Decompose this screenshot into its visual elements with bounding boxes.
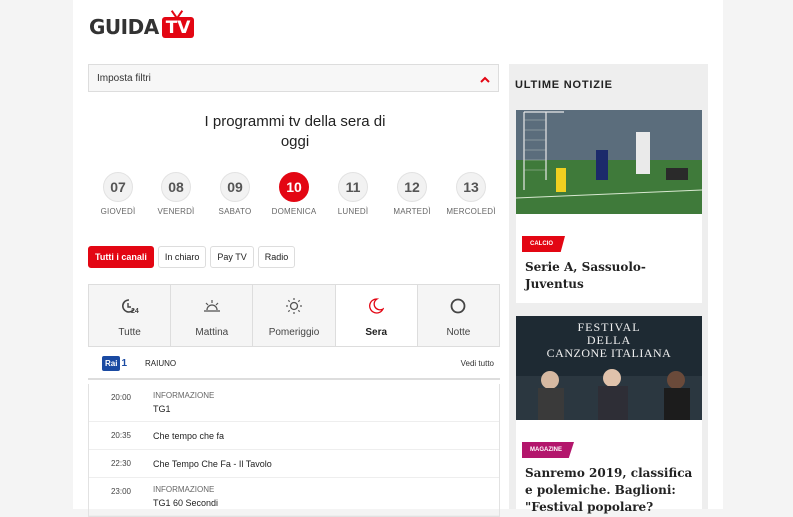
tab-label: Notte bbox=[446, 327, 471, 338]
news-image-football bbox=[515, 110, 703, 214]
rai-logo-box: Rai bbox=[102, 355, 121, 371]
day-label: SABATO bbox=[218, 207, 252, 216]
program-time: 20:00 bbox=[110, 393, 132, 402]
day-number: 08 bbox=[161, 172, 191, 202]
news-image-sanremo: FESTIVAL DELLA CANZONE ITALIANA bbox=[516, 316, 702, 420]
program-title: TG1 bbox=[153, 404, 171, 414]
logo-tv-badge: TV bbox=[161, 16, 195, 38]
list-item[interactable]: 20:35 Che tempo che fa bbox=[89, 422, 499, 450]
chip-radio[interactable]: Radio bbox=[257, 246, 296, 268]
tab-notte[interactable]: Notte bbox=[417, 285, 500, 346]
day-10-selected[interactable]: 10 DOMENICA bbox=[267, 172, 321, 216]
program-list: 20:00 INFORMAZIONE TG1 20:35 Che tempo c… bbox=[88, 384, 500, 517]
rai-logo-number: 1 bbox=[121, 357, 128, 369]
see-all-link[interactable]: Vedi tutto bbox=[461, 359, 494, 368]
program-time: 23:00 bbox=[110, 487, 132, 496]
chip-pay-tv[interactable]: Pay TV bbox=[210, 246, 254, 268]
day-number: 13 bbox=[456, 172, 486, 202]
moon-icon bbox=[336, 297, 417, 315]
chip-all-channels[interactable]: Tutti i canali bbox=[88, 246, 154, 268]
sun-icon bbox=[253, 297, 334, 315]
tab-sera-selected[interactable]: Sera bbox=[335, 285, 418, 346]
logo-text: GUIDA bbox=[89, 15, 159, 39]
sidebar-heading: ULTIME NOTIZIE bbox=[515, 79, 613, 91]
news-title[interactable]: Sanremo 2019, classifica e polemiche. Ba… bbox=[525, 465, 693, 516]
day-number: 09 bbox=[220, 172, 250, 202]
program-time: 20:35 bbox=[110, 431, 132, 440]
circle-icon bbox=[418, 297, 499, 315]
day-08[interactable]: 08 VENERDÌ bbox=[149, 172, 203, 216]
list-item[interactable]: 20:00 INFORMAZIONE TG1 bbox=[89, 384, 499, 422]
day-label: LUNEDÌ bbox=[337, 207, 369, 216]
day-label: GIOVEDÌ bbox=[100, 207, 136, 216]
image-caption-line-1: FESTIVAL bbox=[577, 320, 640, 334]
day-13[interactable]: 13 MERCOLEDÌ bbox=[444, 172, 498, 216]
day-label: MERCOLEDÌ bbox=[446, 207, 496, 216]
time-slot-tabs: 24 Tutte Mattina Pomeriggio Sera Notte bbox=[88, 284, 500, 347]
tab-label: Mattina bbox=[195, 327, 229, 338]
day-07[interactable]: 07 GIOVEDÌ bbox=[91, 172, 145, 216]
chip-free[interactable]: In chiaro bbox=[157, 246, 207, 268]
tab-mattina[interactable]: Mattina bbox=[171, 285, 254, 346]
day-number: 10 bbox=[279, 172, 309, 202]
program-category: INFORMAZIONE bbox=[153, 485, 215, 494]
category-tag[interactable]: CALCIO bbox=[522, 236, 565, 252]
day-label: VENERDÌ bbox=[157, 207, 195, 216]
tab-tutte[interactable]: 24 Tutte bbox=[89, 285, 172, 346]
site-logo[interactable]: GUIDA TV bbox=[89, 14, 195, 40]
day-label: DOMENICA bbox=[271, 207, 317, 216]
news-card[interactable]: FESTIVAL DELLA CANZONE ITALIANA MAGAZINE… bbox=[516, 316, 702, 514]
tab-label: Tutte bbox=[118, 327, 141, 338]
program-title: TG1 60 Secondi bbox=[153, 498, 219, 508]
day-selector: 07 GIOVEDÌ 08 VENERDÌ 09 SABATO 10 DOMEN… bbox=[98, 172, 500, 222]
program-title: Che Tempo Che Fa - Il Tavolo bbox=[153, 459, 272, 469]
chevron-up-icon bbox=[480, 71, 490, 86]
day-09[interactable]: 09 SABATO bbox=[208, 172, 262, 216]
news-card[interactable]: CALCIO Serie A, Sassuolo-Juventus bbox=[515, 110, 703, 303]
channel-filter-chips: Tutti i canali In chiaro Pay TV Radio bbox=[88, 246, 296, 268]
channel-header: Rai 1 RAIUNO Vedi tutto bbox=[88, 348, 500, 380]
day-number: 12 bbox=[397, 172, 427, 202]
sunrise-icon bbox=[171, 297, 252, 315]
tab-label: Pomeriggio bbox=[268, 327, 320, 338]
list-item[interactable]: 22:30 Che Tempo Che Fa - Il Tavolo bbox=[89, 450, 499, 478]
news-title[interactable]: Serie A, Sassuolo-Juventus bbox=[525, 259, 693, 293]
day-12[interactable]: 12 MARTEDÌ bbox=[385, 172, 439, 216]
day-number: 07 bbox=[103, 172, 133, 202]
channel-name: RAIUNO bbox=[145, 358, 177, 368]
clock-24-icon: 24 bbox=[89, 297, 170, 315]
image-caption-line-3: CANZONE ITALIANA bbox=[547, 346, 672, 360]
program-title: Che tempo che fa bbox=[153, 431, 225, 441]
filter-toggle[interactable]: Imposta filtri bbox=[88, 64, 499, 92]
tab-pomeriggio[interactable]: Pomeriggio bbox=[253, 285, 336, 346]
list-item[interactable]: 23:00 INFORMAZIONE TG1 60 Secondi bbox=[89, 478, 499, 516]
tab-label: Sera bbox=[365, 327, 388, 338]
day-11[interactable]: 11 LUNEDÌ bbox=[326, 172, 380, 216]
image-caption-line-2: DELLA bbox=[587, 333, 631, 347]
category-tag[interactable]: MAGAZINE bbox=[522, 442, 574, 458]
channel-logo[interactable]: Rai 1 bbox=[102, 355, 128, 371]
program-time: 22:30 bbox=[110, 459, 132, 468]
day-number: 11 bbox=[338, 172, 368, 202]
day-label: MARTEDÌ bbox=[393, 207, 431, 216]
filter-label: Imposta filtri bbox=[97, 72, 151, 84]
svg-text:24: 24 bbox=[131, 308, 139, 315]
page-title: I programmi tv della sera di oggi bbox=[204, 113, 386, 150]
program-category: INFORMAZIONE bbox=[153, 391, 215, 400]
